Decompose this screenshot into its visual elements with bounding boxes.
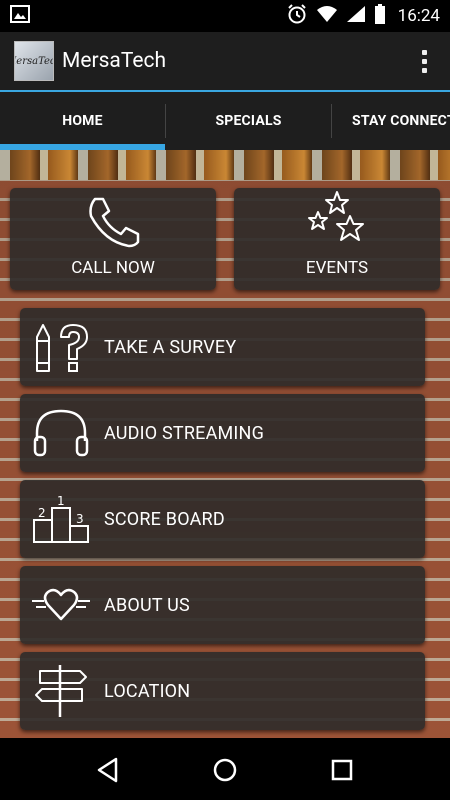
svg-text:1: 1 — [57, 494, 65, 508]
clock: 16:24 — [397, 6, 440, 26]
score-board-label: SCORE BOARD — [104, 508, 225, 530]
about-us-button[interactable]: ABOUT US — [20, 566, 425, 644]
svg-text:2: 2 — [38, 506, 46, 520]
tab-bar: HOME SPECIALS STAY CONNECTED — [0, 92, 450, 150]
home-icon[interactable] — [195, 745, 255, 795]
pencil-question-icon — [30, 316, 92, 378]
tab-specials[interactable]: SPECIALS — [166, 92, 331, 150]
audio-streaming-label: AUDIO STREAMING — [104, 422, 265, 444]
status-bar: 16:24 — [0, 0, 450, 32]
signpost-icon — [30, 660, 92, 722]
stars-icon — [306, 190, 368, 252]
alarm-icon — [286, 3, 308, 29]
events-button[interactable]: EVENTS — [234, 188, 440, 290]
heart-icon — [30, 574, 92, 636]
system-nav-bar — [0, 740, 450, 800]
bottles-banner — [0, 150, 450, 180]
location-button[interactable]: LOCATION — [20, 652, 425, 730]
about-us-label: ABOUT US — [104, 594, 190, 616]
headphones-icon — [30, 402, 92, 464]
recents-icon[interactable] — [312, 745, 372, 795]
events-label: EVENTS — [305, 258, 369, 278]
call-now-label: CALL NOW — [71, 258, 155, 278]
app-logo: MersaTech — [14, 41, 54, 81]
wifi-icon — [316, 5, 338, 27]
call-now-button[interactable]: CALL NOW — [10, 188, 216, 290]
tab-stay-connected[interactable]: STAY CONNECTED — [332, 92, 450, 150]
svg-text:3: 3 — [76, 512, 84, 526]
location-label: LOCATION — [104, 680, 191, 702]
take-survey-label: TAKE A SURVEY — [104, 336, 237, 358]
take-survey-button[interactable]: TAKE A SURVEY — [20, 308, 425, 386]
home-content: CALL NOW EVENTS TAKE A SURVEY AUDIO STRE… — [0, 150, 450, 738]
back-icon[interactable] — [78, 745, 138, 795]
score-board-button[interactable]: 12 3 SCORE BOARD — [20, 480, 425, 558]
phone-icon — [85, 196, 141, 252]
podium-icon: 12 3 — [30, 488, 92, 550]
signal-icon — [346, 5, 366, 27]
tab-home[interactable]: HOME — [0, 92, 165, 150]
app-bar: MersaTech MersaTech — [0, 32, 450, 90]
more-vert-icon[interactable] — [412, 46, 436, 76]
image-icon — [10, 5, 30, 27]
audio-streaming-button[interactable]: AUDIO STREAMING — [20, 394, 425, 472]
app-title: MersaTech — [62, 49, 167, 73]
battery-icon — [374, 4, 386, 28]
